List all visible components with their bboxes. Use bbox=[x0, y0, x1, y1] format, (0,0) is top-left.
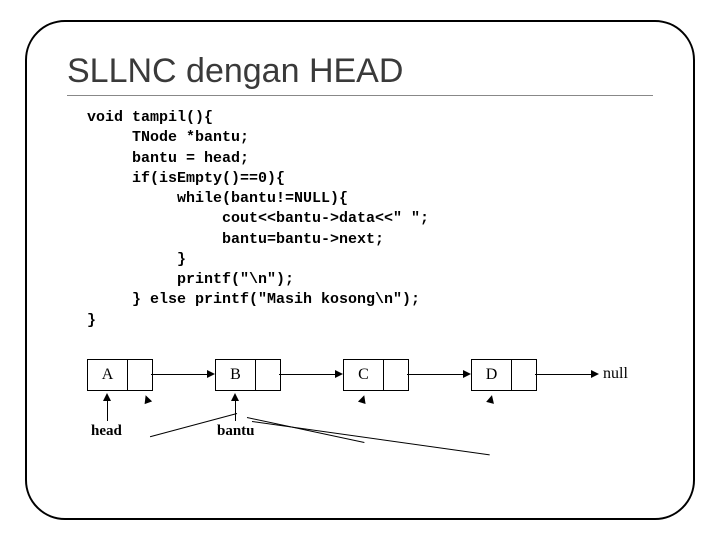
node-c: C bbox=[343, 359, 409, 391]
code-line: void tampil(){ bbox=[87, 109, 213, 126]
pointer-line bbox=[235, 399, 236, 421]
node-pointer bbox=[128, 360, 152, 390]
code-line: cout<<bantu->data<<" "; bbox=[87, 210, 429, 227]
null-label: null bbox=[603, 365, 628, 383]
node-pointer bbox=[384, 360, 408, 390]
arrow-head-icon bbox=[207, 370, 215, 378]
code-line: if(isEmpty()==0){ bbox=[87, 170, 285, 187]
node-pointer bbox=[256, 360, 280, 390]
arrow-head-icon bbox=[591, 370, 599, 378]
arrow-head-up-icon bbox=[486, 394, 496, 404]
code-line: } bbox=[87, 312, 96, 329]
code-line: bantu=bantu->next; bbox=[87, 231, 384, 248]
pointer-line bbox=[107, 399, 108, 421]
arrow-head-icon bbox=[335, 370, 343, 378]
bantu-label: bantu bbox=[217, 423, 255, 440]
code-line: } else printf("Masih kosong\n"); bbox=[87, 291, 420, 308]
code-line: printf("\n"); bbox=[87, 271, 294, 288]
arrow-line bbox=[407, 374, 467, 375]
sweep-line bbox=[247, 417, 365, 443]
node-value: C bbox=[344, 360, 384, 390]
arrow-line bbox=[151, 374, 211, 375]
code-block: void tampil(){ TNode *bantu; bantu = hea… bbox=[87, 108, 653, 331]
arrow-head-up-icon bbox=[358, 394, 368, 404]
arrow-head-up-icon bbox=[142, 394, 152, 404]
title-underline bbox=[67, 95, 653, 96]
node-d: D bbox=[471, 359, 537, 391]
sweep-line bbox=[252, 421, 490, 455]
code-line: while(bantu!=NULL){ bbox=[87, 190, 348, 207]
node-b: B bbox=[215, 359, 281, 391]
code-line: bantu = head; bbox=[87, 150, 249, 167]
slide-title: SLLNC dengan HEAD bbox=[67, 52, 653, 91]
node-value: D bbox=[472, 360, 512, 390]
node-value: B bbox=[216, 360, 256, 390]
slide-frame: SLLNC dengan HEAD void tampil(){ TNode *… bbox=[25, 20, 695, 520]
head-label: head bbox=[91, 423, 122, 440]
arrow-line bbox=[279, 374, 339, 375]
node-a: A bbox=[87, 359, 153, 391]
code-line: TNode *bantu; bbox=[87, 129, 249, 146]
linked-list-diagram: A B C D null head bbox=[87, 359, 653, 479]
arrow-head-icon bbox=[463, 370, 471, 378]
node-pointer bbox=[512, 360, 536, 390]
arrow-line bbox=[535, 374, 595, 375]
node-value: A bbox=[88, 360, 128, 390]
code-line: } bbox=[87, 251, 186, 268]
